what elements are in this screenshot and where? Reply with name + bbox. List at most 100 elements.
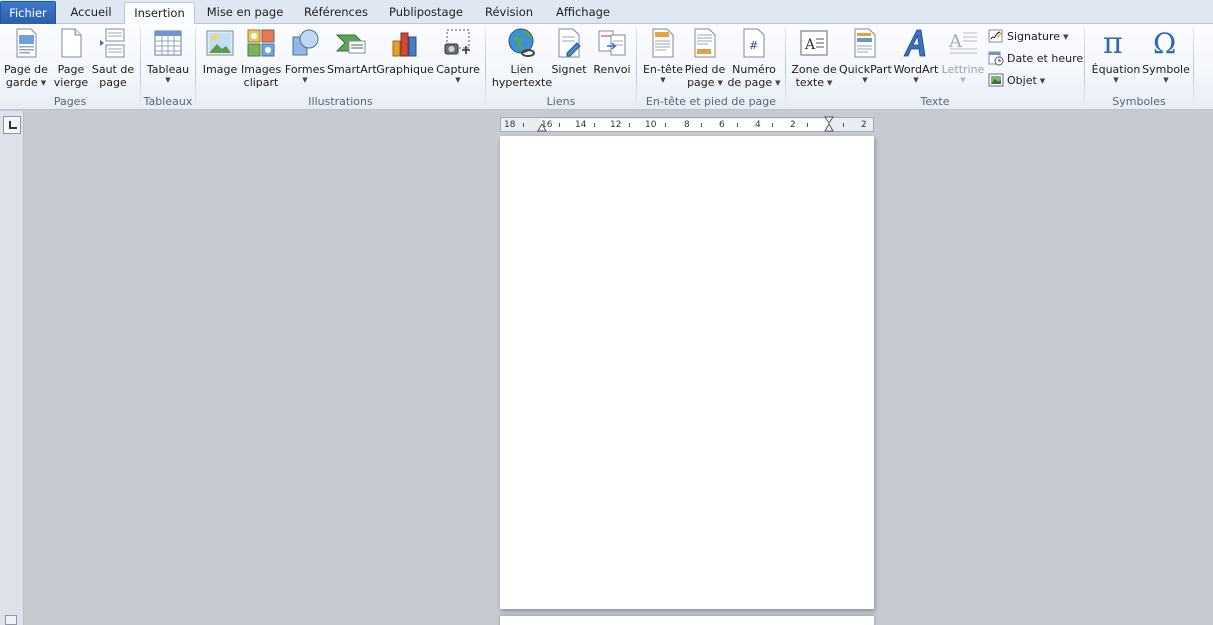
tab-mailings[interactable]: Publipostage bbox=[384, 2, 468, 24]
vertical-scroll-arrow[interactable] bbox=[5, 615, 17, 625]
cover-page-button[interactable]: Page de garde ▼ bbox=[3, 27, 49, 93]
smartart-label: SmartArt bbox=[327, 63, 377, 76]
ruler-tick bbox=[772, 123, 773, 127]
svg-text:#: # bbox=[749, 39, 758, 52]
page-number-icon: # bbox=[738, 27, 770, 59]
ruler-tick bbox=[629, 123, 630, 127]
tab-home[interactable]: Accueil bbox=[60, 2, 122, 24]
chart-button[interactable]: Graphique bbox=[376, 27, 434, 93]
text-box-button[interactable]: A Zone de texte ▼ bbox=[790, 27, 838, 93]
ribbon-tab-bar: Fichier Accueil Insertion Mise en page R… bbox=[0, 0, 1213, 25]
drop-cap-button[interactable]: A Lettrine ▼ bbox=[940, 27, 986, 93]
clipart-icon bbox=[245, 27, 277, 59]
hyperlink-label-1: Lien bbox=[510, 63, 534, 76]
group-separator bbox=[1193, 27, 1194, 107]
clipart-label-1: Images bbox=[241, 63, 282, 76]
ruler-tick bbox=[843, 123, 844, 127]
ruler-tick bbox=[737, 123, 738, 127]
blank-page-button[interactable]: Page vierge bbox=[52, 27, 90, 93]
tab-stop-selector[interactable] bbox=[3, 116, 21, 134]
svg-text:Ω: Ω bbox=[1153, 27, 1176, 59]
screenshot-button[interactable]: Capture ▼ bbox=[435, 27, 481, 93]
tab-page-layout[interactable]: Mise en page bbox=[200, 2, 290, 24]
svg-text:π: π bbox=[1103, 27, 1123, 59]
document-page-next[interactable] bbox=[500, 616, 874, 625]
drop-cap-icon: A bbox=[947, 27, 979, 59]
tab-view[interactable]: Affichage bbox=[548, 2, 618, 24]
equation-button[interactable]: π Équation ▼ bbox=[1089, 26, 1143, 93]
shapes-button[interactable]: Formes ▼ bbox=[284, 27, 326, 93]
symbol-button[interactable]: Ω Symbole ▼ bbox=[1141, 27, 1191, 93]
right-indent-marker[interactable] bbox=[824, 116, 834, 134]
symbol-label: Symbole bbox=[1142, 63, 1190, 76]
shapes-label: Formes bbox=[284, 63, 326, 76]
quickpart-label: QuickPart bbox=[839, 63, 892, 76]
blank-page-icon bbox=[55, 27, 87, 59]
dropdown-arrow-icon: ▼ bbox=[862, 76, 868, 84]
ruler-number: 4 bbox=[755, 120, 761, 130]
calendar-clock-icon bbox=[988, 50, 1004, 66]
tab-insert[interactable]: Insertion bbox=[124, 2, 195, 25]
wordart-label: WordArt bbox=[893, 63, 939, 76]
tab-references[interactable]: Références bbox=[296, 2, 376, 24]
text-box-label-2: texte ▼ bbox=[795, 76, 833, 89]
ruler-number: 14 bbox=[575, 120, 587, 130]
footer-icon bbox=[689, 27, 721, 59]
page-break-button[interactable]: Saut de page bbox=[91, 27, 135, 93]
ruler-tick bbox=[594, 123, 595, 127]
quickpart-button[interactable]: QuickPart ▼ bbox=[839, 27, 892, 93]
ruler-number: 6 bbox=[719, 120, 725, 130]
document-page[interactable] bbox=[500, 136, 874, 609]
table-button[interactable]: Tableau ▼ bbox=[144, 27, 192, 93]
page-break-label-2: page bbox=[99, 76, 127, 89]
equation-label: Équation bbox=[1091, 63, 1141, 76]
ruler-tick bbox=[701, 123, 702, 127]
ruler-number: 2 bbox=[861, 120, 867, 130]
signature-button[interactable]: Signature ▼ bbox=[988, 27, 1068, 47]
group-text: A Zone de texte ▼ QuickPart ▼ WordArt ▼ A… bbox=[786, 24, 1084, 110]
ruler-number: 18 bbox=[504, 120, 516, 130]
date-time-button[interactable]: Date et heure bbox=[988, 49, 1083, 69]
cover-page-label-2: garde ▼ bbox=[5, 76, 47, 89]
clipart-label-2: clipart bbox=[243, 76, 279, 89]
page-number-label-1: Numéro bbox=[732, 63, 776, 76]
tab-file[interactable]: Fichier bbox=[0, 1, 56, 24]
image-button[interactable]: Image bbox=[202, 27, 238, 93]
bookmark-button[interactable]: Signet bbox=[550, 27, 588, 93]
wordart-button[interactable]: WordArt ▼ bbox=[892, 27, 940, 93]
smartart-button[interactable]: SmartArt bbox=[327, 27, 377, 93]
tab-review[interactable]: Révision bbox=[476, 2, 542, 24]
table-icon bbox=[152, 27, 184, 59]
group-symbols: π Équation ▼ Ω Symbole ▼ Symboles bbox=[1085, 24, 1193, 110]
chart-label: Graphique bbox=[376, 63, 434, 76]
group-label-links: Liens bbox=[546, 95, 576, 108]
bookmark-icon bbox=[553, 27, 585, 59]
ruler-tick bbox=[807, 123, 808, 127]
ruler-tick bbox=[523, 123, 524, 127]
ruler-number: 12 bbox=[610, 120, 622, 130]
table-label: Tableau bbox=[146, 63, 190, 76]
footer-label-2: page ▼ bbox=[687, 76, 723, 89]
object-button[interactable]: Objet ▼ bbox=[988, 71, 1045, 91]
hyperlink-button[interactable]: Lien hypertexte bbox=[490, 27, 554, 93]
left-indent-marker[interactable] bbox=[537, 118, 547, 132]
smartart-icon bbox=[335, 27, 367, 59]
group-label-header-footer: En-tête et pied de page bbox=[645, 95, 777, 108]
dropdown-arrow-icon: ▼ bbox=[455, 76, 461, 84]
svg-text:A: A bbox=[804, 37, 816, 53]
dropdown-arrow-icon: ▼ bbox=[302, 76, 308, 84]
horizontal-ruler[interactable]: 18 16 14 12 10 8 6 4 2 2 bbox=[500, 116, 874, 134]
vertical-ruler-bar bbox=[0, 111, 24, 625]
cross-reference-button[interactable]: Renvoi bbox=[590, 27, 634, 93]
hyperlink-label-2: hypertexte bbox=[491, 76, 553, 89]
signature-line-icon bbox=[988, 28, 1004, 44]
text-box-label-1: Zone de bbox=[791, 63, 837, 76]
clipart-button[interactable]: Images clipart bbox=[241, 27, 281, 93]
page-number-button[interactable]: # Numéro de page ▼ bbox=[727, 27, 781, 93]
group-label-tables: Tableaux bbox=[143, 95, 193, 108]
group-links: Lien hypertexte Signet Renvoi Liens bbox=[486, 24, 636, 110]
pi-icon: π bbox=[1100, 26, 1132, 61]
header-button[interactable]: En-tête ▼ bbox=[641, 27, 685, 93]
footer-button[interactable]: Pied de page ▼ bbox=[683, 27, 727, 93]
ruler-tick bbox=[665, 123, 666, 127]
